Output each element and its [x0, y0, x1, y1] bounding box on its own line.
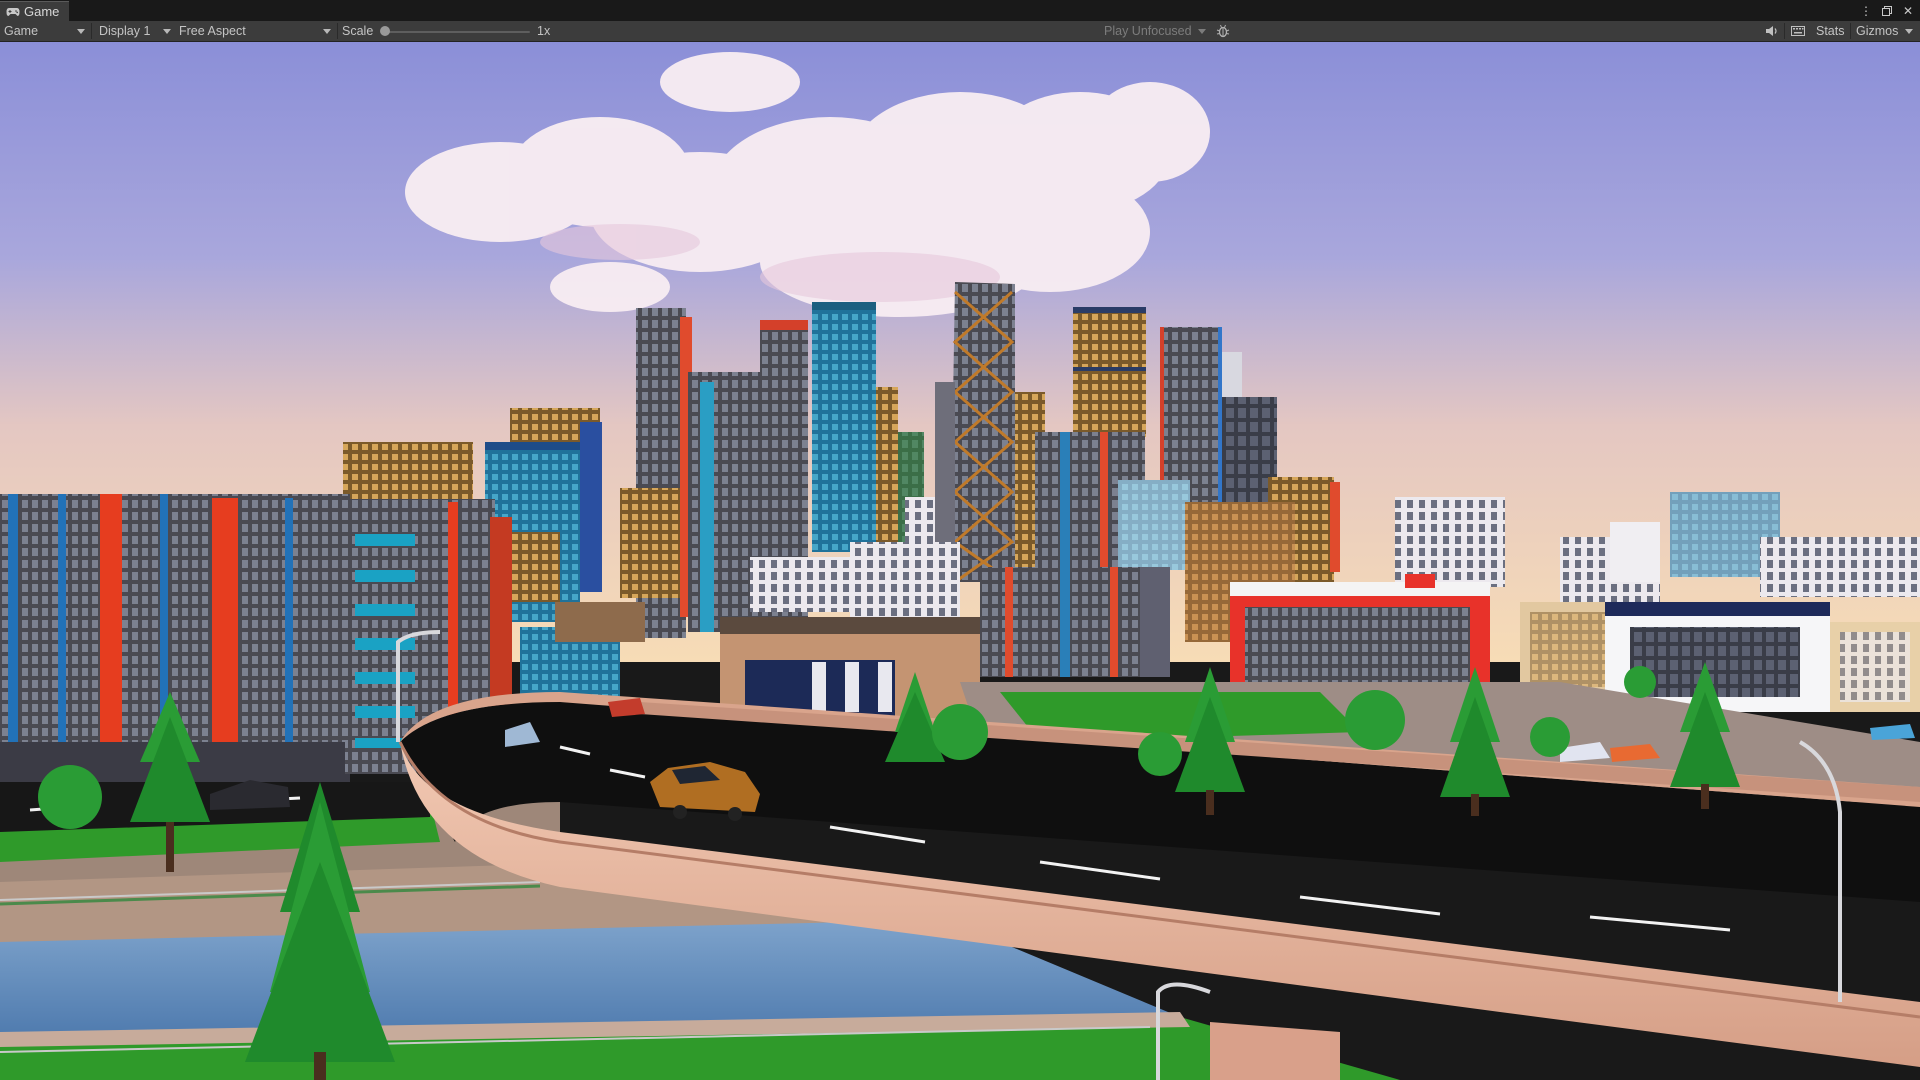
play-mode-dropdown[interactable]: Play Unfocused — [1104, 21, 1192, 41]
bug-icon[interactable] — [1216, 21, 1230, 41]
view-mode-label: Game — [4, 24, 39, 38]
display-chevron-down-icon[interactable] — [163, 29, 171, 34]
scale-label: Scale — [342, 24, 374, 38]
close-icon[interactable]: ✕ — [1902, 4, 1914, 18]
audio-mute-icon[interactable] — [1765, 21, 1779, 41]
game-tab[interactable]: Game — [0, 1, 70, 21]
gizmos-label: Gizmos — [1856, 24, 1899, 38]
scale-value: 1x — [537, 24, 551, 38]
toolbar-divider — [1850, 23, 1851, 39]
game-viewport[interactable] — [0, 42, 1920, 1080]
window-controls: ⋮ ✕ — [1860, 2, 1914, 19]
toolbar-divider — [1784, 23, 1785, 39]
play-mode-label: Play Unfocused — [1104, 24, 1192, 38]
view-mode-chevron-down-icon[interactable] — [77, 29, 85, 34]
gizmos-button[interactable]: Gizmos — [1856, 21, 1898, 41]
title-bar: Game ⋮ ✕ — [0, 0, 1920, 21]
toolbar-divider — [91, 23, 92, 39]
toolbar-divider — [337, 23, 338, 39]
gamepad-icon — [6, 7, 20, 17]
stats-label: Stats — [1816, 24, 1845, 38]
scale-slider-thumb[interactable] — [380, 26, 390, 36]
play-mode-chevron-down-icon[interactable] — [1198, 29, 1206, 34]
rendered-city-scene — [0, 42, 1920, 1080]
keyboard-shortcuts-icon[interactable] — [1791, 21, 1805, 41]
more-options-icon[interactable]: ⋮ — [1860, 4, 1872, 18]
display-label: Display 1 — [99, 24, 151, 38]
aspect-chevron-down-icon[interactable] — [323, 29, 331, 34]
view-mode-dropdown[interactable]: Game — [4, 21, 38, 41]
unity-game-window: Game ⋮ ✕ Game Display 1 Free Aspect Scal… — [0, 0, 1920, 1080]
display-dropdown[interactable]: Display 1 — [99, 21, 150, 41]
maximize-icon[interactable] — [1881, 4, 1893, 18]
game-view-toolbar: Game Display 1 Free Aspect Scale 1x Play… — [0, 21, 1920, 42]
gizmos-chevron-down-icon[interactable] — [1905, 29, 1913, 34]
stats-button[interactable]: Stats — [1816, 21, 1845, 41]
aspect-label: Free Aspect — [179, 24, 246, 38]
scale-slider-track[interactable] — [386, 31, 530, 33]
tab-title: Game — [24, 4, 60, 19]
aspect-dropdown[interactable]: Free Aspect — [179, 21, 246, 41]
